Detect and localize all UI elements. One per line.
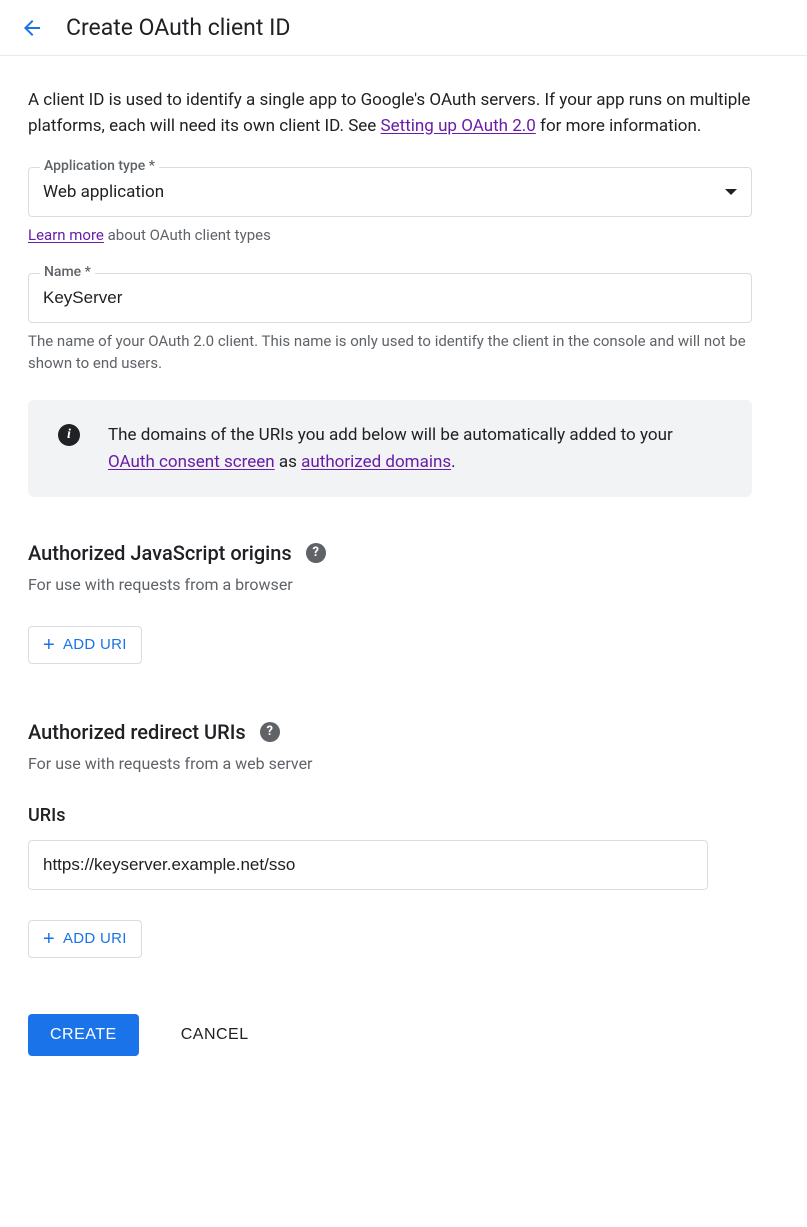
info-banner-text: The domains of the URIs you add below wi…: [108, 422, 722, 475]
add-redirect-uri-button[interactable]: + ADD URI: [28, 920, 142, 958]
intro-post: for more information.: [536, 116, 702, 136]
plus-icon: +: [43, 929, 55, 949]
page-header: Create OAuth client ID: [0, 0, 807, 56]
content-area: A client ID is used to identify a single…: [0, 56, 780, 1096]
name-label: Name *: [40, 264, 95, 280]
redirect-uri-input[interactable]: [28, 840, 708, 890]
add-js-origin-label: ADD URI: [63, 636, 127, 653]
application-type-field: Application type * Web application Learn…: [28, 167, 752, 247]
application-type-helper: Learn more about OAuth client types: [28, 225, 752, 247]
create-button[interactable]: CREATE: [28, 1014, 139, 1056]
learn-more-link[interactable]: Learn more: [28, 226, 104, 244]
application-type-value: Web application: [43, 182, 164, 202]
authorized-domains-link[interactable]: authorized domains: [301, 452, 451, 472]
redirect-uris-section: Authorized redirect URIs ? For use with …: [28, 720, 752, 958]
js-origins-sub: For use with requests from a browser: [28, 575, 752, 594]
cancel-button[interactable]: CANCEL: [175, 1025, 255, 1045]
info-pre: The domains of the URIs you add below wi…: [108, 425, 673, 445]
application-type-select[interactable]: Web application: [28, 167, 752, 217]
back-arrow-icon[interactable]: [20, 16, 44, 40]
info-mid: as: [275, 452, 301, 472]
page-title: Create OAuth client ID: [66, 14, 290, 41]
js-origins-title: Authorized JavaScript origins: [28, 541, 292, 565]
help-icon[interactable]: ?: [306, 543, 326, 563]
intro-text: A client ID is used to identify a single…: [28, 88, 752, 139]
app-type-helper-suffix: about OAuth client types: [104, 226, 271, 244]
info-banner: i The domains of the URIs you add below …: [28, 400, 752, 497]
name-field-block: Name * The name of your OAuth 2.0 client…: [28, 273, 752, 375]
action-row: CREATE CANCEL: [28, 1014, 752, 1056]
chevron-down-icon: [725, 189, 737, 195]
name-input[interactable]: [28, 273, 752, 323]
setup-oauth-link[interactable]: Setting up OAuth 2.0: [381, 116, 536, 136]
name-helper: The name of your OAuth 2.0 client. This …: [28, 331, 752, 375]
plus-icon: +: [43, 635, 55, 655]
help-icon[interactable]: ?: [260, 722, 280, 742]
application-type-label: Application type *: [40, 158, 159, 174]
uris-label: URIs: [28, 805, 752, 826]
js-origins-section: Authorized JavaScript origins ? For use …: [28, 541, 752, 664]
add-redirect-uri-label: ADD URI: [63, 930, 127, 947]
redirect-uris-sub: For use with requests from a web server: [28, 754, 752, 773]
info-post: .: [451, 452, 455, 472]
redirect-uris-title: Authorized redirect URIs: [28, 720, 246, 744]
info-icon: i: [58, 424, 80, 446]
add-js-origin-button[interactable]: + ADD URI: [28, 626, 142, 664]
consent-screen-link[interactable]: OAuth consent screen: [108, 452, 275, 472]
